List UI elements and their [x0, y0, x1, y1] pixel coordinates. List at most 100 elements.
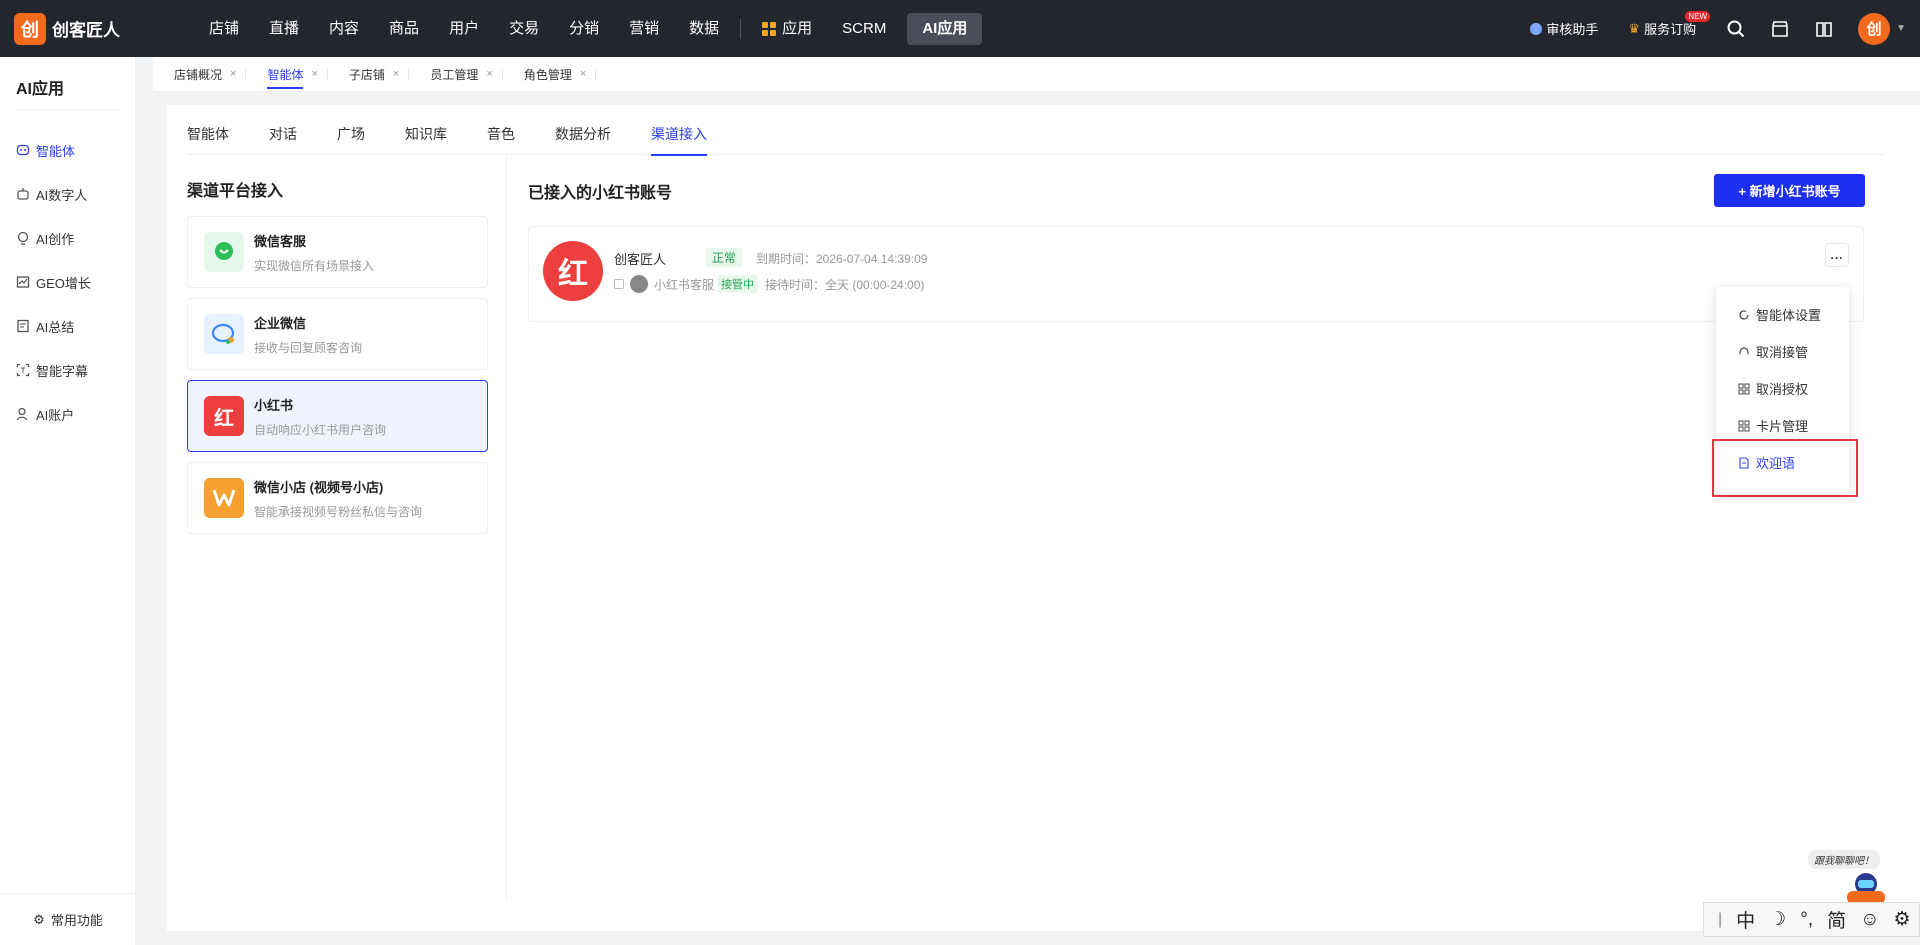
menu-item-label: 卡片管理	[1756, 419, 1809, 434]
brand-logo[interactable]: 创 创客匠人	[14, 12, 174, 45]
close-icon[interactable]: ×	[230, 68, 236, 80]
platform-card-wecom[interactable]: 企业微信 接收与回复顾客咨询	[187, 298, 488, 370]
emoji-icon[interactable]: ☺	[1860, 909, 1879, 931]
close-icon[interactable]: ×	[580, 68, 586, 80]
subtitle-icon	[16, 363, 30, 377]
nav-scrm[interactable]: SCRM	[827, 13, 901, 45]
top-nav: 店铺 直播 内容 商品 用户 交易 分销 营销 数据 应用 SCRM AI应用	[194, 12, 983, 45]
xiaohongshu-icon: 红	[204, 396, 244, 436]
page-tab-substore[interactable]: 子店铺 ×	[328, 57, 410, 92]
xiaohongshu-icon-char: 红	[214, 407, 234, 430]
bulb-icon	[16, 231, 30, 245]
chevron-down-icon[interactable]: ▼	[1896, 23, 1906, 34]
account-name: 创客匠人	[614, 252, 667, 267]
punctuation-icon[interactable]: °,	[1800, 909, 1813, 931]
brand-name: 创客匠人	[52, 21, 120, 40]
nav-divider	[740, 18, 742, 39]
nav-trade[interactable]: 交易	[494, 13, 554, 45]
ai-assistant-button[interactable]	[1843, 871, 1889, 904]
menu-item-cancel-takeover[interactable]: 取消接管	[1738, 342, 1808, 361]
ime-mode-chinese[interactable]: 中	[1736, 906, 1755, 933]
panel-title: 渠道平台接入	[187, 183, 284, 200]
nav-users[interactable]: 用户	[434, 13, 494, 45]
close-icon[interactable]: ×	[486, 68, 492, 80]
tab-voice[interactable]: 音色	[487, 125, 515, 155]
status-badge: 正常	[706, 248, 743, 267]
sidebar-item-digital-human[interactable]: AI数字人	[0, 172, 135, 216]
sidebar-item-label: 智能体	[36, 143, 76, 159]
sidebar-item-geo[interactable]: GEO增长	[0, 260, 135, 304]
close-icon[interactable]: ×	[393, 68, 399, 80]
add-account-button[interactable]: + 新增小红书账号	[1714, 174, 1865, 207]
takeover-badge: 接管中	[718, 275, 758, 293]
robot-icon	[16, 187, 30, 201]
account-card: 红 创客匠人 正常 到期时间：2026-07-04 14:39:09 小红书客服…	[528, 226, 1864, 322]
tab-knowledge[interactable]: 知识库	[405, 125, 447, 155]
platform-name: 小红书	[254, 397, 294, 413]
copy-icon[interactable]	[614, 279, 624, 289]
moon-icon[interactable]: ☽	[1769, 908, 1786, 931]
nav-data[interactable]: 数据	[674, 13, 734, 45]
ime-simplified[interactable]: 简	[1827, 906, 1846, 933]
book-icon[interactable]	[1814, 19, 1834, 39]
nav-apps[interactable]: 应用	[747, 13, 827, 45]
nav-shop[interactable]: 店铺	[194, 13, 254, 45]
common-functions-button[interactable]: ⚙ 常用功能	[0, 893, 136, 945]
agent-name: 小红书客服	[654, 277, 715, 292]
sidebar-item-account[interactable]: AI账户	[0, 392, 135, 436]
platform-name: 企业微信	[254, 315, 307, 331]
sidebar-item-summary[interactable]: AI总结	[0, 304, 135, 348]
platform-name: 微信客服	[254, 233, 307, 249]
sidebar-item-label: AI账户	[36, 407, 75, 423]
account-avatar: 红	[543, 241, 603, 301]
refresh-icon	[1738, 309, 1750, 321]
platform-desc: 实现微信所有场景接入	[254, 258, 375, 273]
platform-desc: 智能承接视频号粉丝私信与咨询	[254, 504, 423, 519]
close-icon[interactable]: ×	[311, 68, 317, 80]
assistant-hint: 跟我聊聊吧！	[1808, 850, 1880, 869]
platform-desc: 自动响应小红书用户咨询	[254, 422, 387, 437]
sidebar-menu: 智能体 AI数字人 AI创作 GEO增长 AI总结 智能字幕 AI账户	[0, 128, 135, 436]
sidebar-item-label: GEO增长	[36, 275, 91, 291]
tab-square[interactable]: 广场	[337, 125, 365, 155]
page-tab-label: 员工管理	[430, 67, 479, 82]
menu-item-label: 取消授权	[1756, 382, 1809, 397]
more-options-button[interactable]: ...	[1825, 243, 1849, 267]
audit-assistant-link[interactable]: 审核助手	[1530, 19, 1598, 38]
connected-accounts-title: 已接入的小红书账号	[528, 185, 673, 202]
sidebar-item-creation[interactable]: AI创作	[0, 216, 135, 260]
nav-ai-apps[interactable]: AI应用	[907, 12, 983, 45]
platform-card-xiaohongshu[interactable]: 红 小红书 自动响应小红书用户咨询	[187, 380, 488, 452]
nav-live[interactable]: 直播	[254, 13, 314, 45]
menu-item-card-management[interactable]: 卡片管理	[1738, 416, 1808, 435]
audit-label: 审核助手	[1546, 22, 1599, 37]
page-tab-label: 角色管理	[523, 67, 572, 82]
tab-chat[interactable]: 对话	[269, 125, 297, 155]
sidebar-item-label: AI总结	[36, 319, 75, 335]
expire-time: 到期时间：2026-07-04 14:39:09	[756, 252, 928, 266]
nav-marketing[interactable]: 营销	[614, 13, 674, 45]
page-tab-shop-overview[interactable]: 店铺概况 ×	[153, 57, 247, 92]
tab-analytics[interactable]: 数据分析	[555, 125, 611, 155]
new-badge: NEW	[1685, 11, 1711, 22]
page-tab-label: 店铺概况	[174, 67, 223, 82]
menu-item-agent-settings[interactable]: 智能体设置	[1738, 305, 1821, 324]
nav-content[interactable]: 内容	[314, 13, 374, 45]
sidebar-item-agent[interactable]: 智能体	[0, 128, 135, 172]
user-avatar[interactable]: 创	[1858, 12, 1891, 45]
menu-item-cancel-auth[interactable]: 取消授权	[1738, 379, 1808, 398]
nav-goods[interactable]: 商品	[374, 13, 434, 45]
nav-distribution[interactable]: 分销	[554, 13, 614, 45]
store-icon[interactable]	[1770, 19, 1790, 39]
tab-channel[interactable]: 渠道接入	[651, 125, 707, 156]
platform-card-wechat-service[interactable]: 微信客服 实现微信所有场景接入	[187, 216, 488, 288]
search-icon[interactable]	[1726, 19, 1746, 39]
ime-settings-icon[interactable]: ⚙	[1894, 908, 1911, 931]
page-tab-roles[interactable]: 角色管理 ×	[503, 57, 597, 92]
page-tab-agent[interactable]: 智能体 ×	[246, 57, 328, 92]
page-tab-staff[interactable]: 员工管理 ×	[409, 57, 503, 92]
subscription-link[interactable]: ♛ 服务订购 NEW	[1628, 11, 1711, 38]
sidebar-item-subtitle[interactable]: 智能字幕	[0, 348, 135, 392]
tab-agent[interactable]: 智能体	[187, 125, 229, 155]
platform-card-wechat-shop[interactable]: 微信小店 (视频号小店) 智能承接视频号粉丝私信与咨询	[187, 462, 488, 534]
